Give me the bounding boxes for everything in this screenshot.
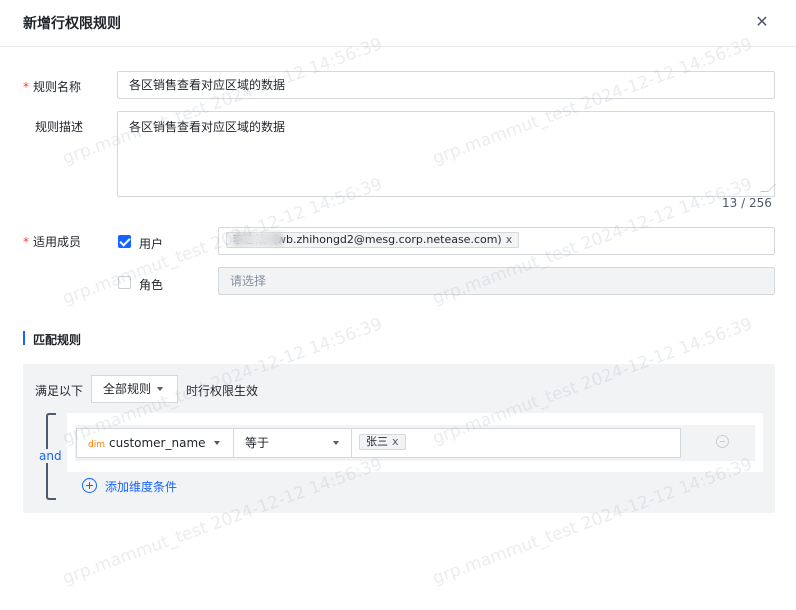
chevron-down-icon [333, 441, 339, 445]
rule-name-value: 各区销售查看对应区域的数据 [129, 78, 286, 92]
value-tag-text: 张三 [366, 435, 388, 448]
user-checkbox-label: 用户 [139, 237, 164, 251]
match-mode-value: 全部规则 [103, 382, 152, 396]
rule-desc-label: 规则描述 [35, 120, 84, 134]
chevron-down-icon [214, 441, 220, 445]
members-label-text: 适用成员 [33, 235, 82, 249]
section-title: 匹配规则 [33, 333, 82, 347]
value-tag: 张三 x [359, 434, 406, 450]
required-mark: * [23, 80, 29, 94]
logic-and-toggle[interactable]: and [37, 449, 64, 463]
rule-name-label: * 规则名称 [23, 78, 81, 95]
match-prefix: 满足以下 [35, 384, 84, 398]
members-label: * 适用成员 [23, 233, 81, 250]
role-checkbox-label: 角色 [139, 278, 164, 292]
tag-close-icon[interactable]: x [506, 233, 513, 246]
role-select-placeholder: 请选择 [230, 274, 267, 288]
dialog-header: 新增行权限规则 ✕ [0, 0, 796, 47]
required-mark: * [23, 235, 29, 249]
role-select[interactable]: 请选择 [218, 267, 775, 295]
chevron-down-icon [157, 387, 163, 391]
rule-name-label-text: 规则名称 [33, 80, 82, 94]
dialog-title: 新增行权限规则 [23, 16, 121, 32]
section-accent-bar [23, 331, 25, 345]
close-icon[interactable]: ✕ [752, 12, 772, 32]
rule-desc-textarea[interactable]: 各区销售查看对应区域的数据 [117, 111, 775, 197]
match-mode-select[interactable]: 全部规则 [91, 375, 178, 403]
remove-condition-icon[interactable] [716, 435, 729, 448]
field-select[interactable]: dim customer_name [76, 428, 234, 458]
redaction-blur [233, 232, 283, 246]
field-value: customer_name [108, 436, 206, 450]
rule-name-input[interactable]: 各区销售查看对应区域的数据 [117, 71, 775, 99]
role-checkbox[interactable] [118, 276, 131, 289]
add-condition-button[interactable]: 添加维度条件 [105, 478, 177, 495]
rule-desc-value: 各区销售查看对应区域的数据 [129, 120, 286, 134]
tag-close-icon[interactable]: x [392, 435, 399, 448]
char-counter: 13 / 256 [722, 196, 772, 210]
match-suffix: 时行权限生效 [186, 384, 259, 398]
add-icon[interactable] [82, 478, 97, 493]
dim-badge-icon: dim [88, 440, 105, 450]
operator-value: 等于 [245, 436, 270, 450]
user-checkbox[interactable] [118, 235, 131, 248]
